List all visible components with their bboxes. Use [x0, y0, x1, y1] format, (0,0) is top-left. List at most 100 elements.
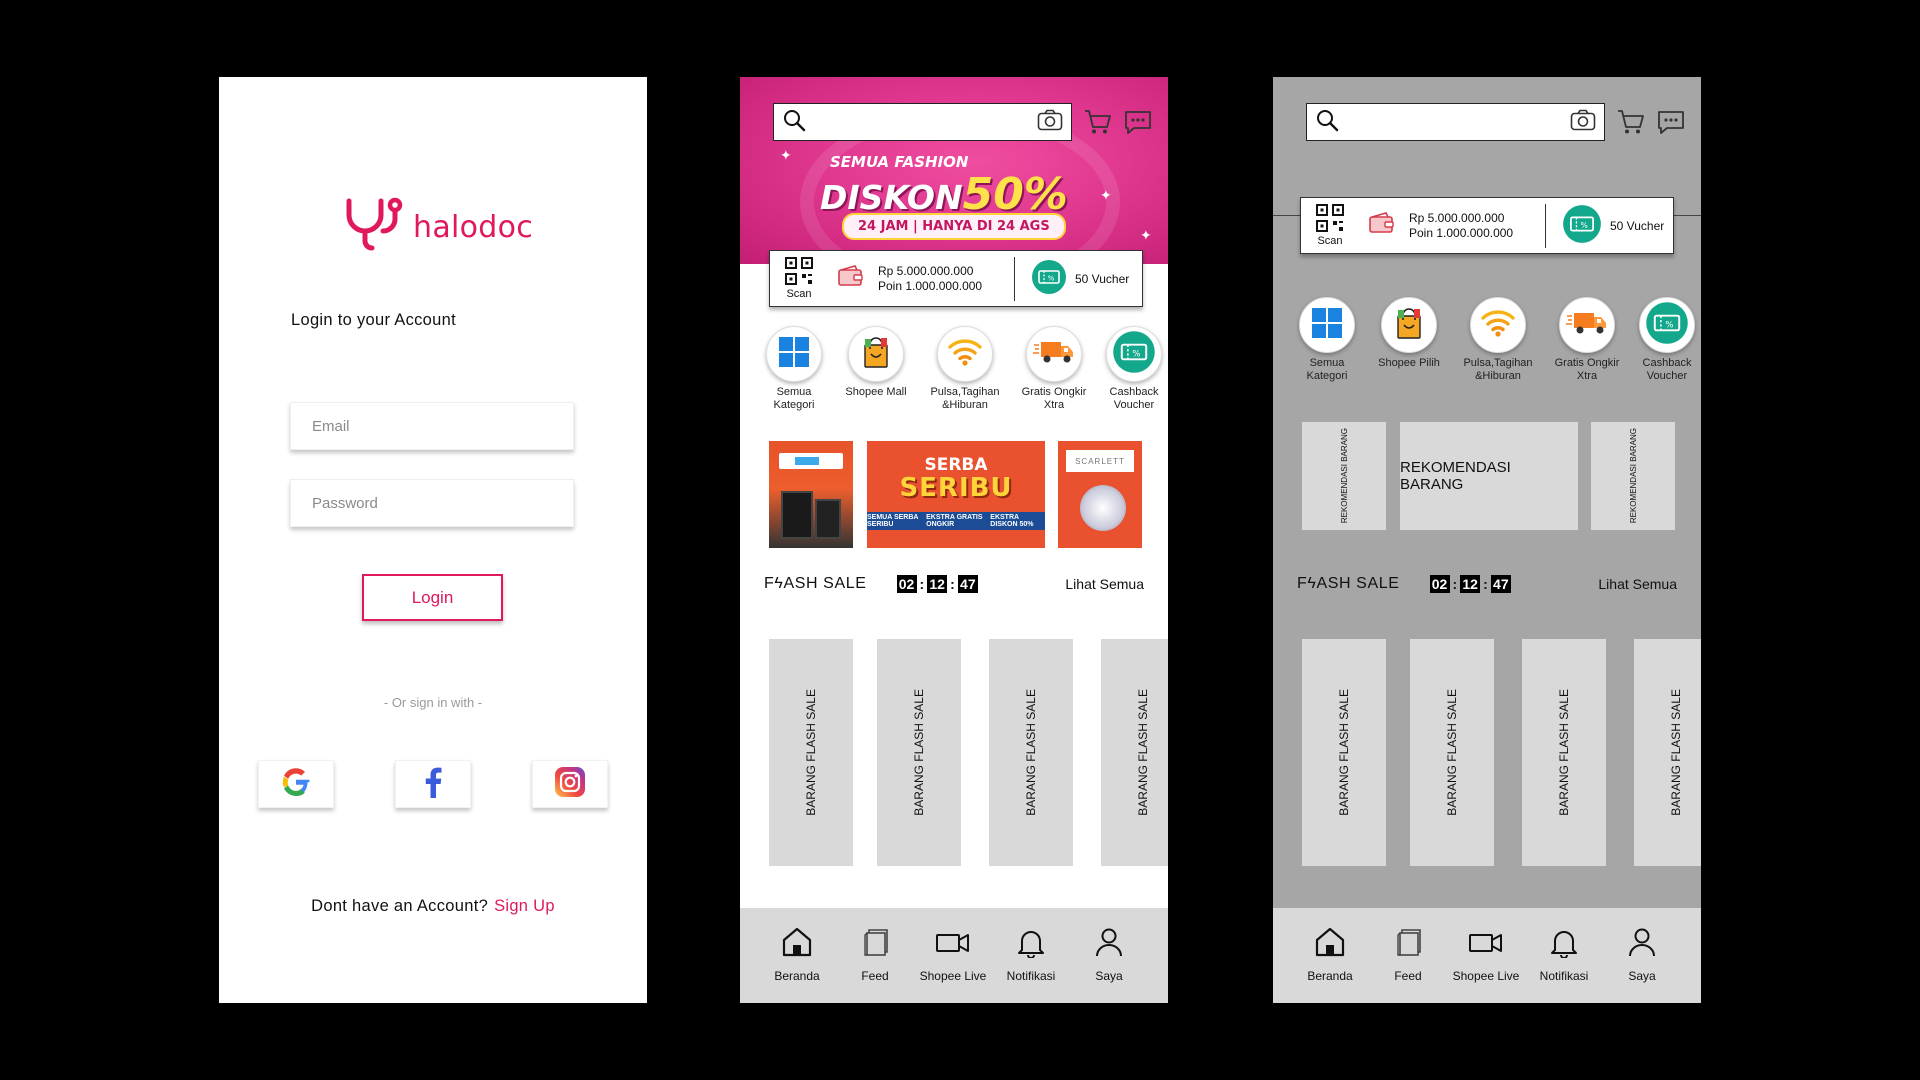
- promo-strip: SEMUA SERBA SERIBU EKSTRA GRATIS ONGKIR …: [867, 512, 1045, 530]
- nav-label: Saya: [1628, 969, 1656, 983]
- email-input[interactable]: [312, 417, 573, 435]
- category-cashback[interactable]: % Cashback Voucher: [1625, 297, 1701, 382]
- search-input[interactable]: [814, 114, 1029, 130]
- sparkle-icon: ✦: [1140, 227, 1152, 243]
- category-label: Gratis Ongkir Xtra: [1021, 386, 1087, 411]
- recommendation-card[interactable]: REKOMENDASI BARANG: [1591, 422, 1675, 530]
- category-shopee-pilih[interactable]: Shopee Pilih: [1367, 297, 1451, 370]
- nav-notifikasi[interactable]: Notifikasi: [1526, 926, 1602, 983]
- shopping-bag-icon: [859, 335, 893, 374]
- search-bar[interactable]: [1306, 103, 1605, 141]
- camera-icon[interactable]: [1570, 109, 1596, 136]
- google-sign-in-button[interactable]: [258, 760, 334, 808]
- points-text: Poin 1.000.000.000: [1409, 225, 1514, 240]
- category-pulsa[interactable]: Pulsa,Tagihan &Hiburan: [1456, 297, 1540, 382]
- category-pulsa[interactable]: Pulsa,Tagihan &Hiburan: [923, 326, 1007, 411]
- recommendation-card[interactable]: REKOMENDASI BARANG: [1302, 422, 1386, 530]
- flash-sale-item[interactable]: BARANG FLASH SALE: [769, 639, 853, 866]
- seribu-text: SERIBU: [899, 473, 1013, 503]
- nav-feed[interactable]: Feed: [1370, 926, 1446, 983]
- scan-label: Scan: [786, 288, 812, 300]
- category-icon-wrap: [1299, 297, 1355, 353]
- balance-text: Rp 5.000.000.000: [878, 263, 974, 278]
- nav-label: Feed: [1394, 969, 1422, 983]
- timer-hours: 02: [1429, 575, 1450, 593]
- category-icon-wrap: [937, 326, 993, 382]
- category-gratis-ongkir[interactable]: Gratis Ongkir Xtra: [1545, 297, 1629, 382]
- wallet-balance[interactable]: Rp 5.000.000.000 Poin 1.000.000.000: [1359, 203, 1546, 248]
- category-all[interactable]: Semua Kategori: [752, 326, 836, 411]
- home-icon: [1314, 926, 1346, 963]
- shopee-home-screen: ✦ ✦ ✦ SEMUA FASHION DISKON50% 24 JAM | H…: [740, 77, 1168, 1003]
- search-input[interactable]: [1347, 114, 1562, 130]
- speaker-image: [815, 499, 841, 539]
- email-field[interactable]: [290, 402, 574, 450]
- google-icon: [280, 766, 312, 803]
- nav-beranda[interactable]: Beranda: [1292, 926, 1368, 983]
- category-label: Shopee Pilih: [1378, 357, 1440, 369]
- bottom-nav: Beranda Feed Shopee Live Notifikasi Saya: [1273, 908, 1701, 1003]
- category-shopee-mall[interactable]: Shopee Mall: [834, 326, 918, 399]
- scan-button[interactable]: Scan: [1301, 204, 1359, 247]
- flash-sale-item[interactable]: BARANG FLASH SALE: [1302, 639, 1386, 866]
- category-icon-wrap: [766, 326, 822, 382]
- wallet-amounts: Rp 5.000.000.000 Poin 1.000.000.000: [1409, 211, 1513, 241]
- facebook-sign-in-button[interactable]: [395, 760, 471, 808]
- password-field[interactable]: [290, 479, 574, 527]
- camera-icon[interactable]: [1037, 109, 1063, 136]
- category-gratis-ongkir[interactable]: Gratis Ongkir Xtra: [1012, 326, 1096, 411]
- promo-scarlett-banner[interactable]: SCARLETT: [1058, 441, 1142, 548]
- chat-icon[interactable]: [1657, 109, 1685, 135]
- nav-feed[interactable]: Feed: [837, 926, 913, 983]
- flash-sale-item[interactable]: BARANG FLASH SALE: [1634, 639, 1701, 866]
- see-all-link[interactable]: Lihat Semua: [1598, 576, 1677, 592]
- password-input[interactable]: [312, 494, 573, 512]
- sparkle-icon: ✦: [780, 147, 792, 163]
- flash-sale-item[interactable]: BARANG FLASH SALE: [1522, 639, 1606, 866]
- scan-button[interactable]: Scan: [770, 257, 828, 300]
- flash-sale-item-label: BARANG FLASH SALE: [1024, 689, 1038, 816]
- flash-sale-item[interactable]: BARANG FLASH SALE: [1410, 639, 1494, 866]
- nav-notifikasi[interactable]: Notifikasi: [993, 926, 1069, 983]
- flash-sale-item[interactable]: BARANG FLASH SALE: [1101, 639, 1168, 866]
- timer-seconds: 47: [957, 575, 978, 593]
- qr-code-icon: [1316, 204, 1344, 235]
- category-label: Semua Kategori: [773, 386, 815, 411]
- voucher-count: 50 Vucher: [1610, 218, 1665, 233]
- flash-sale-timer: 02: 12: 47: [1429, 575, 1511, 593]
- timer-hours: 02: [896, 575, 917, 593]
- cart-icon[interactable]: [1617, 109, 1645, 135]
- promo-serba-seribu-banner[interactable]: SERBA SERIBU SEMUA SERBA SERIBU EKSTRA G…: [867, 441, 1045, 548]
- wallet-balance[interactable]: Rp 5.000.000.000 Poin 1.000.000.000: [828, 256, 1015, 301]
- nav-beranda[interactable]: Beranda: [759, 926, 835, 983]
- chat-icon[interactable]: [1124, 109, 1152, 135]
- wallet-card: Scan Rp 5.000.000.000 Poin 1.000.000.000…: [1300, 197, 1674, 254]
- instagram-sign-in-button[interactable]: [532, 760, 608, 808]
- sign-up-link[interactable]: Sign Up: [494, 897, 555, 915]
- nav-label: Beranda: [1307, 969, 1353, 983]
- category-cashback[interactable]: % Cashback Voucher: [1092, 326, 1168, 411]
- strip-item: SEMUA SERBA SERIBU: [867, 514, 919, 528]
- nav-shopee-live[interactable]: Shopee Live: [1448, 926, 1524, 983]
- login-button[interactable]: Login: [362, 574, 503, 621]
- nav-saya[interactable]: Saya: [1604, 926, 1680, 983]
- flash-sale-timer: 02: 12: 47: [896, 575, 978, 593]
- cart-icon[interactable]: [1084, 109, 1112, 135]
- flash-sale-item[interactable]: BARANG FLASH SALE: [989, 639, 1073, 866]
- flash-sale-item-label: BARANG FLASH SALE: [804, 689, 818, 816]
- flash-sale-item[interactable]: BARANG FLASH SALE: [877, 639, 961, 866]
- wifi-icon: [948, 337, 982, 372]
- promo-speaker-banner[interactable]: [769, 441, 853, 548]
- strip-item: EKSTRA DISKON 50%: [990, 514, 1034, 528]
- bottom-nav: Beranda Feed Shopee Live Notifikasi Saya: [740, 908, 1168, 1003]
- bell-icon: [1015, 926, 1047, 963]
- category-all[interactable]: Semua Kategori: [1285, 297, 1369, 382]
- nav-saya[interactable]: Saya: [1071, 926, 1147, 983]
- nav-shopee-live[interactable]: Shopee Live: [915, 926, 991, 983]
- voucher-button[interactable]: % 50 Vucher: [1546, 204, 1664, 247]
- voucher-button[interactable]: % 50 Vucher: [1015, 259, 1129, 298]
- recommendation-card[interactable]: REKOMENDASI BARANG: [1400, 422, 1578, 530]
- search-bar[interactable]: [773, 103, 1072, 141]
- see-all-link[interactable]: Lihat Semua: [1065, 576, 1144, 592]
- windows-grid-icon: [778, 336, 810, 373]
